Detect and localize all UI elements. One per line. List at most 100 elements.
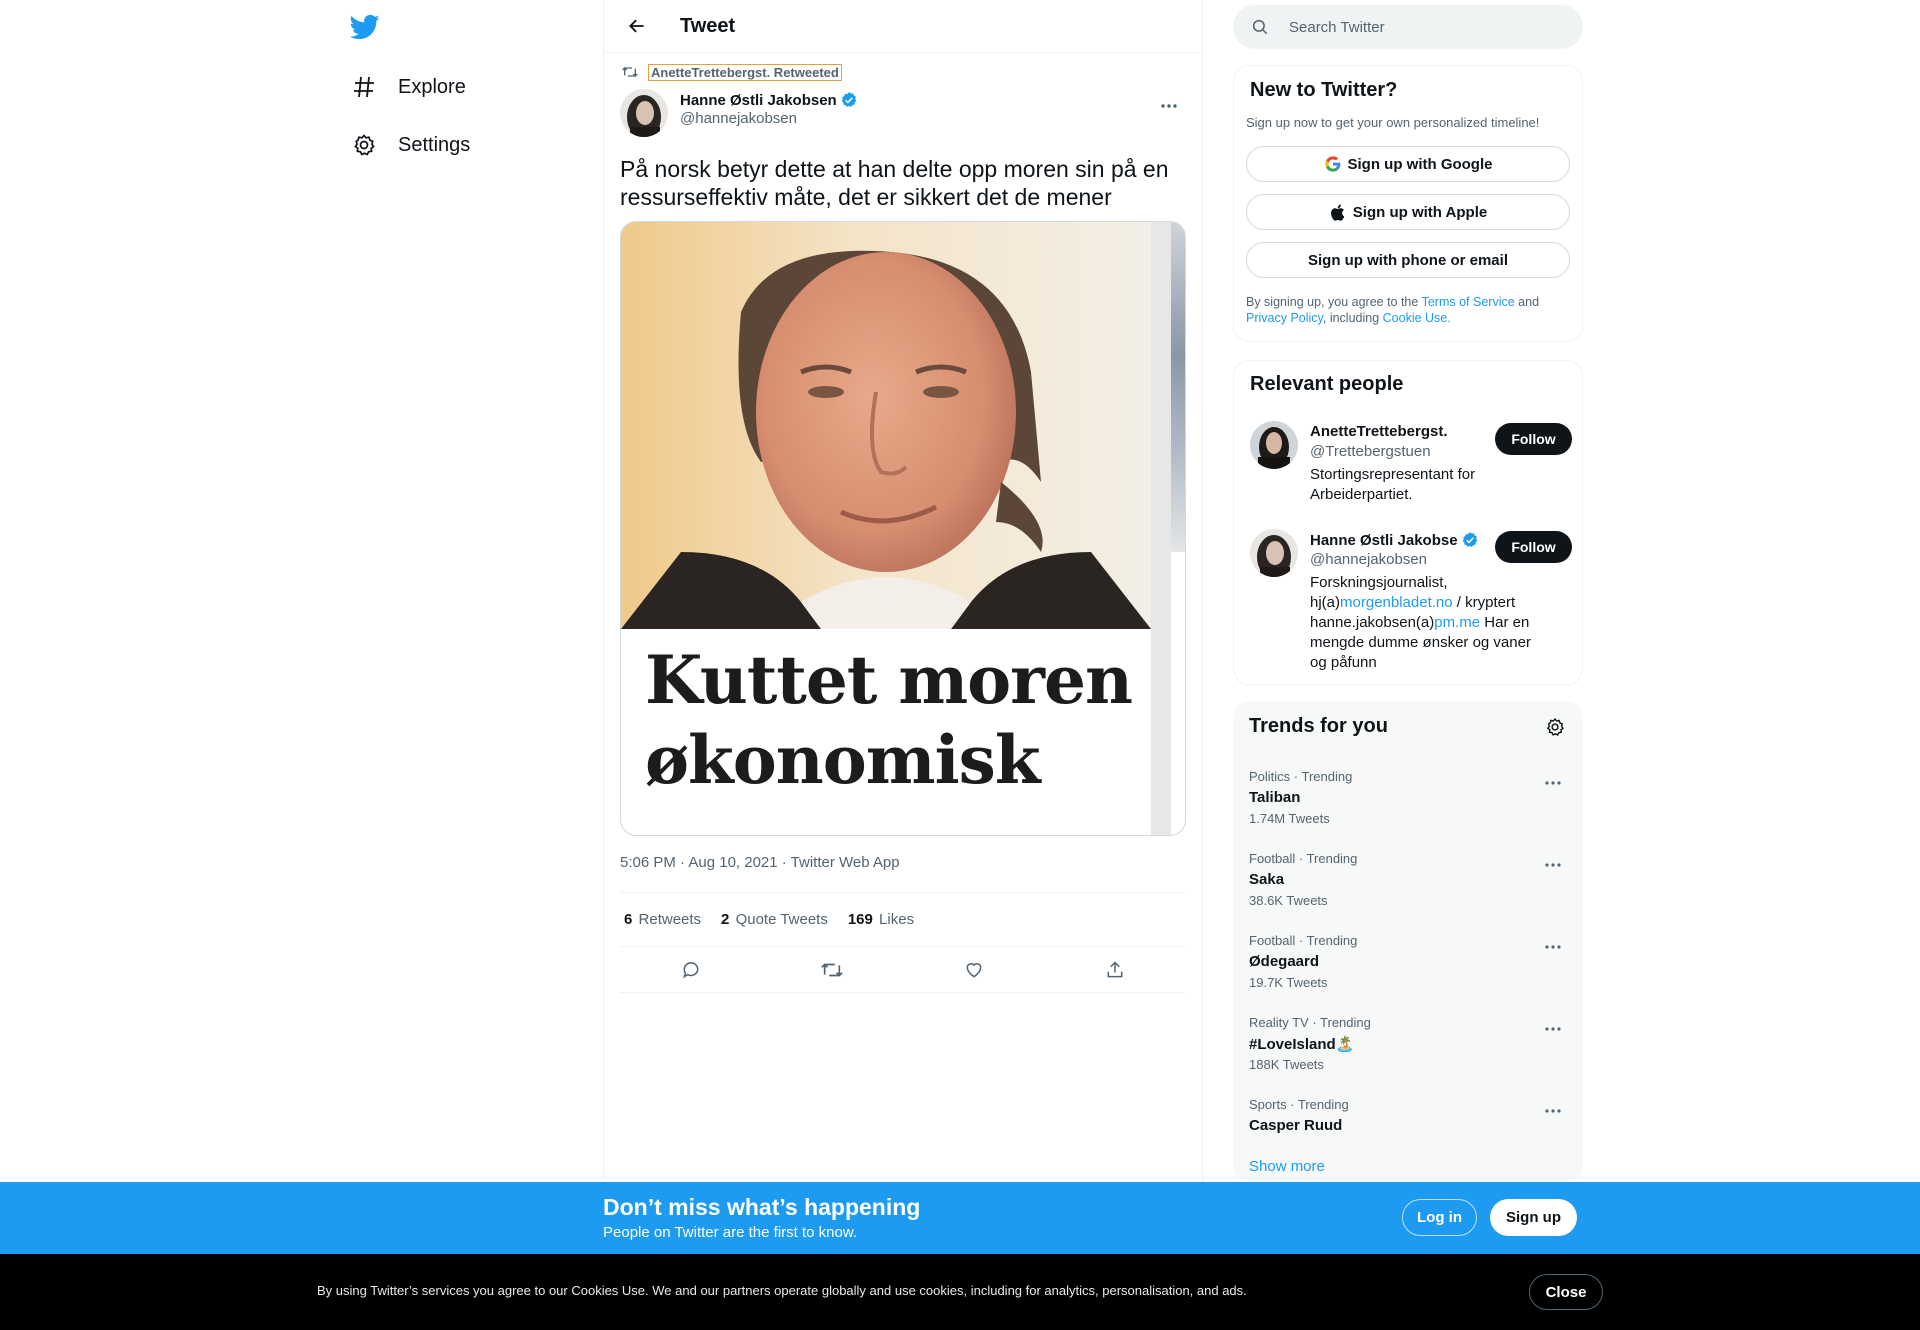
- image-headline-line-1: Kuttet moren: [645, 641, 1133, 719]
- retweets-label: Retweets: [638, 911, 702, 928]
- verified-badge-icon: [841, 92, 856, 107]
- trend-item[interactable]: Football · Trending Ødegaard 19.7K Tweet…: [1249, 925, 1567, 1007]
- image-headline: Kuttet moren økonomisk: [645, 640, 1145, 800]
- relevant-people-card: Relevant people AnetteTrettebergst. @Tre…: [1233, 360, 1583, 685]
- person-handle[interactable]: @hannejakobsen: [1310, 551, 1427, 568]
- trend-name: Taliban: [1249, 789, 1301, 806]
- cookie-banner: By using Twitter’s services you agree to…: [0, 1254, 1920, 1330]
- bio-link-morgenbladet[interactable]: morgenbladet.no: [1340, 594, 1453, 611]
- person-name[interactable]: AnetteTrettebergst.: [1310, 423, 1448, 440]
- trend-category: Football · Trending: [1249, 933, 1358, 948]
- cookie-use-link[interactable]: Cookie Use.: [1383, 311, 1451, 325]
- follow-button[interactable]: Follow: [1495, 423, 1572, 455]
- likes-stat[interactable]: 169 Likes: [848, 911, 914, 928]
- nav-item-settings[interactable]: Settings: [350, 120, 470, 170]
- person-bio: Forskningsjournalist, hj(a)morgenbladet.…: [1310, 573, 1550, 673]
- trend-item[interactable]: Football · Trending Saka 38.6K Tweets: [1249, 843, 1567, 925]
- trend-more-button[interactable]: [1539, 855, 1567, 875]
- like-button[interactable]: [957, 953, 991, 987]
- legal-text-part: , including: [1322, 311, 1383, 325]
- trend-item[interactable]: Politics · Trending Taliban 1.74M Tweets: [1249, 761, 1567, 843]
- reply-button[interactable]: [674, 953, 708, 987]
- retweet-icon: [620, 64, 640, 80]
- nav-item-label: Explore: [398, 75, 466, 98]
- signup-banner: Don’t miss what’s happening People on Tw…: [0, 1182, 1920, 1254]
- avatar[interactable]: [1250, 529, 1298, 577]
- gear-icon: [350, 131, 378, 159]
- search-input[interactable]: [1289, 18, 1549, 36]
- retweet-button[interactable]: [815, 953, 849, 987]
- follow-button[interactable]: Follow: [1495, 531, 1572, 563]
- trend-more-button[interactable]: [1539, 937, 1567, 957]
- gear-icon: [1546, 718, 1564, 736]
- more-icon: [1545, 1109, 1561, 1113]
- avatar[interactable]: [620, 89, 668, 137]
- twitter-logo-icon[interactable]: [349, 12, 382, 44]
- signup-button[interactable]: Sign up: [1490, 1199, 1577, 1236]
- person-name[interactable]: Hanne Østli Jakobse: [1310, 531, 1479, 549]
- cookie-close-button[interactable]: Close: [1529, 1274, 1603, 1310]
- trend-category: Sports · Trending: [1249, 1097, 1349, 1112]
- cookie-text: By using Twitter’s services you agree to…: [317, 1283, 1247, 1298]
- back-button[interactable]: [620, 9, 654, 43]
- verified-badge-icon: [1462, 532, 1477, 547]
- retweets-stat[interactable]: 6 Retweets: [624, 911, 701, 928]
- terms-of-service-link[interactable]: Terms of Service: [1422, 295, 1515, 309]
- trend-more-button[interactable]: [1539, 773, 1567, 793]
- share-icon: [1107, 960, 1123, 977]
- legal-text-part: and: [1514, 295, 1540, 309]
- trend-item[interactable]: Reality TV · Trending #LoveIsland🏝️ 188K…: [1249, 1007, 1567, 1089]
- avatar[interactable]: [1250, 421, 1298, 469]
- login-button[interactable]: Log in: [1402, 1199, 1477, 1236]
- new-to-twitter-subtitle: Sign up now to get your own personalized…: [1246, 115, 1540, 130]
- heart-icon: [966, 962, 982, 978]
- new-to-twitter-title: New to Twitter?: [1250, 79, 1398, 101]
- likes-label: Likes: [879, 911, 915, 928]
- more-options-button[interactable]: [1152, 91, 1186, 121]
- trend-name: Saka: [1249, 871, 1285, 888]
- quote-tweets-stat[interactable]: 2 Quote Tweets: [721, 911, 828, 928]
- search-bar[interactable]: [1233, 5, 1583, 49]
- signup-phone-email-button[interactable]: Sign up with phone or email: [1246, 242, 1570, 278]
- signup-apple-button[interactable]: Sign up with Apple: [1246, 194, 1570, 230]
- more-icon: [1545, 863, 1561, 867]
- trends-settings-button[interactable]: [1543, 715, 1567, 739]
- retweeted-by-link[interactable]: AnetteTrettebergst. Retweeted: [648, 63, 842, 81]
- trend-more-button[interactable]: [1539, 1019, 1567, 1039]
- person-item[interactable]: Hanne Østli Jakobse @hannejakobsen Forsk…: [1250, 529, 1572, 671]
- tweet-meta[interactable]: 5:06 PM · Aug 10, 2021 · Twitter Web App: [620, 854, 1186, 874]
- tweet-stats: 6 Retweets 2 Quote Tweets 169 Likes: [620, 893, 1186, 946]
- banner-title: Don’t miss what’s happening: [603, 1194, 921, 1220]
- page-title: Tweet: [680, 14, 736, 37]
- google-icon: [1324, 155, 1342, 173]
- more-icon: [1545, 945, 1561, 949]
- retweet-context: AnetteTrettebergst. Retweeted: [620, 63, 1186, 81]
- relevant-people-title: Relevant people: [1250, 373, 1404, 395]
- show-more-link[interactable]: Show more: [1249, 1158, 1325, 1175]
- tweet-image[interactable]: Kuttet moren økonomisk: [620, 221, 1186, 836]
- share-button[interactable]: [1098, 953, 1132, 987]
- likes-count: 169: [847, 911, 873, 928]
- retweets-count: 6: [624, 911, 633, 928]
- person-item[interactable]: AnetteTrettebergst. @Trettebergstuen Sto…: [1250, 421, 1572, 511]
- reply-icon: [682, 961, 699, 978]
- search-icon: [1251, 17, 1271, 37]
- author-handle[interactable]: @hannejakobsen: [680, 110, 858, 127]
- bio-link-pm[interactable]: pm.me: [1434, 614, 1480, 631]
- arrow-left-icon: [629, 19, 644, 33]
- signup-google-button[interactable]: Sign up with Google: [1246, 146, 1570, 182]
- quote-tweets-count: 2: [721, 911, 730, 928]
- nav-item-explore[interactable]: Explore: [350, 62, 466, 112]
- main-column: Tweet AnetteTrettebergst. Retweeted Hann…: [603, 0, 1203, 1330]
- more-icon: [1545, 1027, 1561, 1031]
- image-edge-photo: [1171, 222, 1185, 552]
- trend-name: Casper Ruud: [1249, 1117, 1343, 1134]
- man-portrait-photo: [621, 222, 1151, 629]
- trend-more-button[interactable]: [1539, 1101, 1567, 1121]
- privacy-policy-link[interactable]: Privacy Policy: [1246, 311, 1323, 325]
- person-handle[interactable]: @Trettebergstuen: [1310, 443, 1431, 460]
- main-header: Tweet: [604, 0, 1202, 53]
- signup-apple-label: Sign up with Apple: [1352, 203, 1488, 221]
- trend-name: Ødegaard: [1249, 953, 1320, 970]
- author-name[interactable]: Hanne Østli Jakobsen: [680, 91, 858, 109]
